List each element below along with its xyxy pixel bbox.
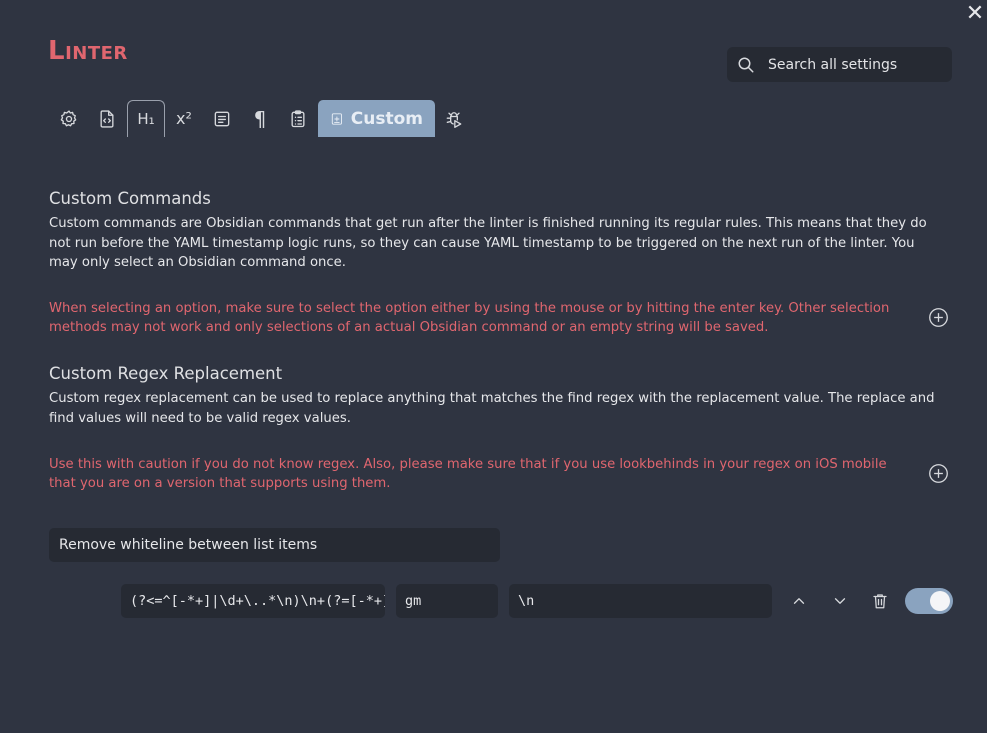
tab-footnote[interactable]: x² <box>165 100 203 137</box>
regex-flags-input[interactable] <box>396 584 498 618</box>
custom-regex-heading: Custom Regex Replacement <box>49 364 283 383</box>
file-code-icon <box>100 109 114 128</box>
toggle-knob <box>930 591 950 611</box>
tab-content[interactable] <box>203 100 241 137</box>
tab-heading[interactable]: H₁ <box>127 100 165 137</box>
clipboard-list-icon <box>291 109 305 127</box>
tab-spacing[interactable]: ¶ <box>241 100 279 137</box>
add-custom-command-button[interactable] <box>927 306 949 328</box>
tab-custom[interactable]: Custom <box>318 100 435 137</box>
search-icon <box>738 57 754 72</box>
page-title: Linter <box>48 36 128 66</box>
custom-commands-description: Custom commands are Obsidian commands th… <box>49 216 927 270</box>
move-down-button[interactable] <box>829 590 851 612</box>
custom-commands-warning: When selecting an option, make sure to s… <box>49 301 890 335</box>
search-input[interactable] <box>768 56 948 73</box>
chevron-up-icon <box>793 598 805 604</box>
plus-circle-icon <box>928 463 948 483</box>
tab-yaml[interactable] <box>88 100 126 137</box>
regex-find-input[interactable] <box>121 584 385 618</box>
delete-button[interactable] <box>869 590 891 612</box>
tab-heading-label: H₁ <box>137 110 155 128</box>
gear-icon <box>60 109 77 126</box>
align-left-icon <box>214 111 230 126</box>
plus-circle-icon <box>928 307 948 327</box>
tab-footnote-label: x² <box>176 109 192 128</box>
add-regex-replacement-button[interactable] <box>927 462 949 484</box>
custom-commands-heading: Custom Commands <box>49 189 211 208</box>
tab-general[interactable] <box>50 100 88 137</box>
regex-enabled-toggle[interactable] <box>905 588 953 614</box>
regex-replace-input[interactable] <box>509 584 772 618</box>
file-plus-icon <box>331 112 342 125</box>
bug-play-icon <box>446 111 462 128</box>
tab-custom-label: Custom <box>350 108 423 129</box>
tab-debug[interactable] <box>435 100 473 137</box>
move-up-button[interactable] <box>788 590 810 612</box>
search-box[interactable] <box>727 47 952 82</box>
custom-regex-description: Custom regex replacement can be used to … <box>49 391 935 426</box>
custom-regex-warning: Use this with caution if you do not know… <box>49 457 887 491</box>
trash-icon <box>873 594 887 609</box>
tab-spacing-label: ¶ <box>253 106 267 131</box>
chevron-down-icon <box>834 598 846 604</box>
regex-name-input[interactable] <box>49 528 500 562</box>
close-button[interactable]: ✕ <box>963 2 987 26</box>
tab-paste[interactable] <box>279 100 317 137</box>
